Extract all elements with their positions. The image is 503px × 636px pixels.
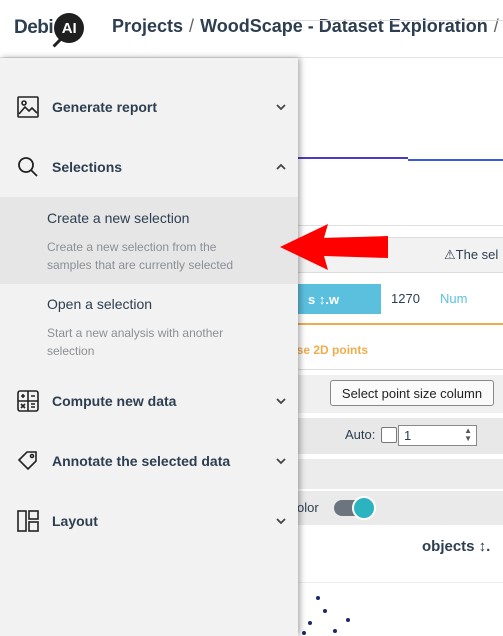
menu-label: Layout [52,513,98,529]
plot-point [323,609,327,613]
orange-hint: ase 2D points [290,330,503,370]
menu-item-annotate-selected-data[interactable]: Annotate the selected data [0,431,298,491]
menu-item-selections[interactable]: Selections [0,137,298,197]
chevron-down-icon [274,514,288,528]
chart-line-series [408,159,503,161]
menu-item-generate-report[interactable]: Generate report [0,77,298,137]
spinner-arrows-icon[interactable]: ▲ ▼ [464,427,472,443]
tag-icon [16,449,40,473]
breadcrumb-separator: / [189,16,195,36]
search-icon [16,155,40,179]
sub-item-title: Open a selection [47,296,153,312]
plot-point [302,631,306,635]
actions-sidebar: Generate report Selections Create a new … [0,58,298,636]
logo-badge: AI [52,13,85,48]
chevron-down-icon [274,100,288,114]
red-arrow-annotation [280,224,388,270]
column-value-count: 1270 [391,291,420,306]
plot-title: objects ↕. [422,538,491,555]
sub-item-description: Create a new selection from the samples … [47,240,234,272]
sub-item-title: Create a new selection [47,210,190,226]
menu-label: Compute new data [52,393,177,409]
warning-text: ⚠The sel [444,247,499,262]
auto-checkbox[interactable] [381,427,397,443]
chart-line-series [298,157,408,159]
create-new-selection-item[interactable]: Create a new selection Create a new sele… [0,197,298,284]
select-point-size-button[interactable]: Select point size column [330,380,494,406]
color-toggle[interactable] [334,496,376,520]
breadcrumb-projects[interactable]: Projects [112,16,183,36]
column-name-text: s ↕.w [308,291,340,307]
open-selection-item[interactable]: Open a selection Start a new analysis wi… [0,284,298,372]
column-selector-row: s ↕.w 1270 Num [290,279,503,325]
settings-row [290,491,503,525]
menu-label: Generate report [52,99,158,115]
magnifier-handle-icon [52,37,63,48]
logo-text: Debi [14,17,54,38]
sub-item-description: Start a new analysis with another select… [47,326,224,358]
menu-label: Annotate the selected data [52,453,231,469]
settings-row [290,459,503,489]
column-type: Num [440,291,468,306]
auto-number-input[interactable]: 1 ▲ ▼ [398,425,477,446]
debiai-logo[interactable]: Debi AI [14,9,85,48]
plot-point [308,621,312,625]
logo-badge-text: AI [61,19,77,37]
orange-hint-text: ase 2D points [290,342,369,357]
image-report-icon [16,95,40,119]
menu-label: Selections [52,159,123,175]
chevron-up-icon [274,160,288,174]
toggle-knob [352,496,376,520]
menu-item-layout[interactable]: Layout [0,491,298,551]
auto-label: Auto: [345,427,376,442]
calculator-icon [16,389,40,413]
column-name-chip[interactable]: s ↕.w [290,284,381,314]
color-label: olor [297,500,319,515]
plot-point [346,618,350,622]
scatter-plot-area [290,582,503,636]
plot-point [316,596,320,600]
plot-point [333,629,337,633]
chevron-down-icon [274,394,288,408]
layout-icon [16,509,40,533]
chevron-down-icon [274,454,288,468]
auto-number-value: 1 [404,428,412,443]
menu-item-compute-new-data[interactable]: Compute new data [0,371,298,431]
chart-area [290,20,503,170]
